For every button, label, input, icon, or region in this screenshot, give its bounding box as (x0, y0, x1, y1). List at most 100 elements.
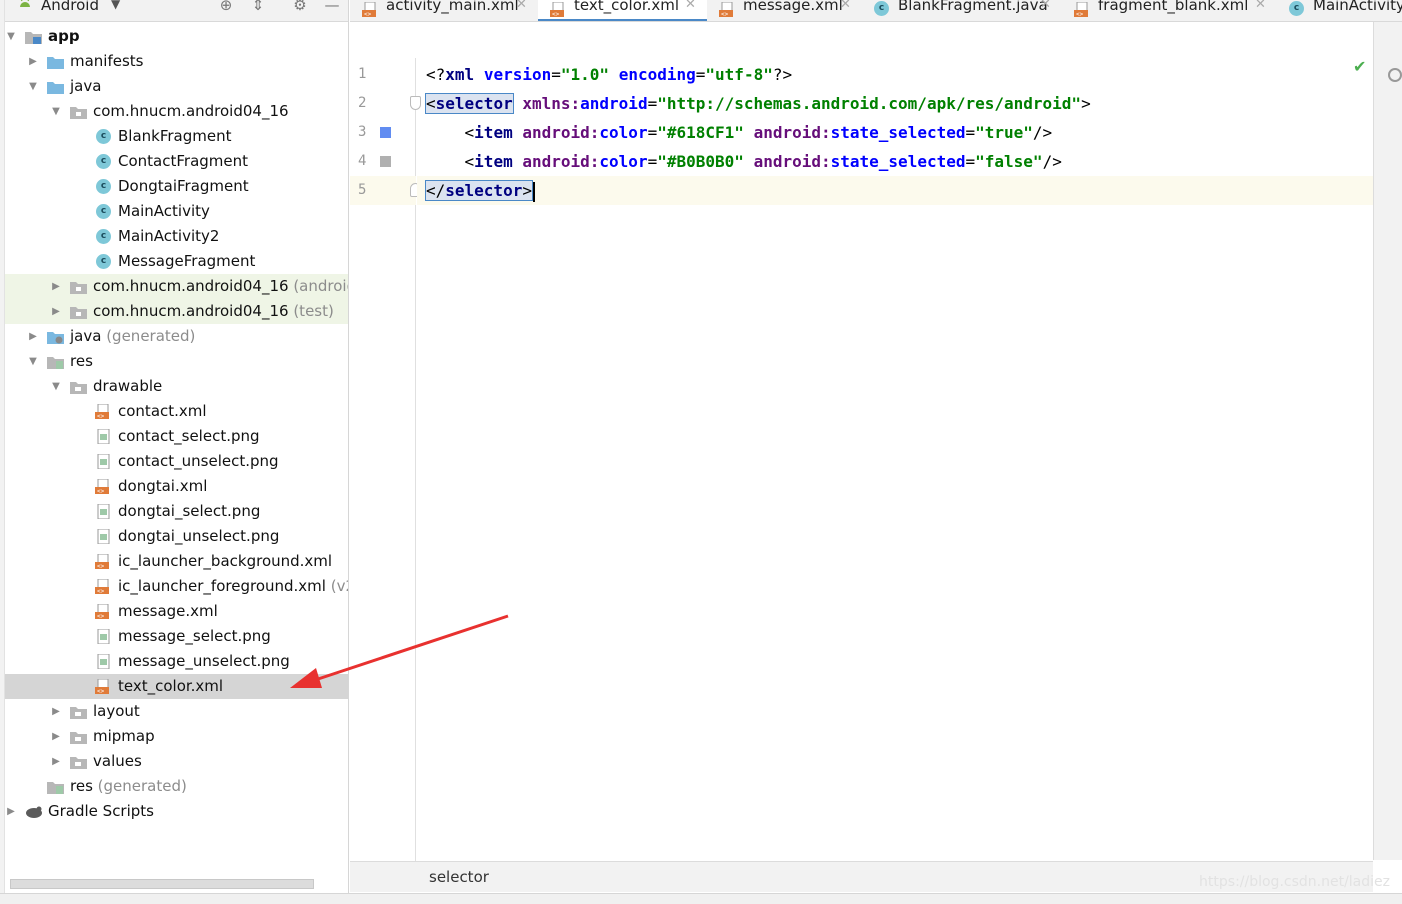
svg-text:<>: <> (97, 488, 105, 494)
tree-item-com-hnucm-android04-16-androidtest[interactable]: ▶ com.hnucm.android04_16 (androidTest) (5, 274, 348, 299)
folder-blue-icon (47, 82, 64, 94)
tree-item-res-generated[interactable]: res (generated) (5, 774, 348, 799)
tree-item-mipmap[interactable]: ▶ mipmap (5, 724, 348, 749)
tree-item-dongtaifragment[interactable]: c DongtaiFragment (5, 174, 348, 199)
tree-item-label: ic_launcher_foreground.xml (v24) (118, 574, 348, 599)
svg-text:<>: <> (364, 11, 372, 17)
tree-item-java-generated[interactable]: ▶ java (generated) (5, 324, 348, 349)
png-icon (97, 629, 110, 644)
code-text: <selector xmlns:android="http://schemas.… (425, 93, 1091, 114)
color-swatch-icon[interactable] (380, 156, 391, 167)
tree-item-message-unselect-png[interactable]: message_unselect.png (5, 649, 348, 674)
tree-item-dongtai-select-png[interactable]: dongtai_select.png (5, 499, 348, 524)
tree-item-text-color-xml[interactable]: <> text_color.xml (5, 674, 348, 699)
tree-item-manifests[interactable]: ▶ manifests (5, 49, 348, 74)
code-line[interactable]: <item android:color="#B0B0B0" android:st… (417, 147, 1373, 176)
tree-item-contact-select-png[interactable]: contact_select.png (5, 424, 348, 449)
tree-item-label: dongtai_select.png (118, 502, 261, 520)
tree-item-messagefragment[interactable]: c MessageFragment (5, 249, 348, 274)
tree-item-mainactivity[interactable]: c MainActivity (5, 199, 348, 224)
package-icon (70, 282, 87, 294)
tab-activity-main-xml[interactable]: <> activity_main.xml ✕ (350, 0, 538, 21)
tab-mainactivity[interactable]: c MainActivity. (1277, 0, 1402, 21)
locate-icon[interactable]: ⊕ (217, 0, 235, 14)
svg-text:<>: <> (1076, 11, 1084, 17)
minimize-icon[interactable]: — (323, 0, 341, 14)
tab-fragment-blank-xml[interactable]: <> fragment_blank.xml ✕ (1062, 0, 1277, 21)
tree-item-dongtai-xml[interactable]: <> dongtai.xml (5, 474, 348, 499)
expand-arrow-icon[interactable]: ▼ (50, 99, 62, 124)
expand-arrow-icon[interactable]: ▼ (27, 74, 39, 99)
tree-item-ic-launcher-foreground-xml-v24[interactable]: <> ic_launcher_foreground.xml (v24) (5, 574, 348, 599)
close-icon[interactable]: ✕ (685, 0, 696, 12)
svg-text:<>: <> (97, 588, 105, 594)
code-line[interactable]: <item android:color="#618CF1" android:st… (417, 118, 1373, 147)
inspection-ok-icon[interactable]: ✔ (1353, 57, 1366, 76)
collapse-arrow-icon[interactable]: ▶ (50, 749, 62, 774)
folder-blue-icon (47, 57, 64, 69)
expand-arrow-icon[interactable]: ▼ (50, 374, 62, 399)
collapse-arrow-icon[interactable]: ▶ (5, 799, 17, 824)
tree-item-contact-unselect-png[interactable]: contact_unselect.png (5, 449, 348, 474)
color-swatch-icon[interactable] (380, 127, 391, 138)
code-line[interactable]: <?xml version="1.0" encoding="utf-8"?> (417, 60, 1373, 89)
code-line[interactable]: </selector> (417, 176, 1373, 205)
tree-item-label: com.hnucm.android04_16 (test) (93, 302, 334, 320)
text-caret (532, 181, 535, 202)
tab-label: MainActivity. (1313, 0, 1402, 14)
xml-icon: <> (95, 679, 109, 694)
tab-message-xml[interactable]: <> message.xml ✕ (707, 0, 862, 21)
tree-item-message-select-png[interactable]: message_select.png (5, 624, 348, 649)
tree-item-gradle-scripts[interactable]: ▶ Gradle Scripts (5, 799, 348, 824)
close-icon[interactable]: ✕ (1040, 0, 1051, 12)
tree-item-label: dongtai_unselect.png (118, 527, 280, 545)
tree-item-ic-launcher-background-xml[interactable]: <> ic_launcher_background.xml (5, 549, 348, 574)
tree-item-contactfragment[interactable]: c ContactFragment (5, 149, 348, 174)
breadcrumb-selector[interactable]: selector (429, 868, 489, 886)
tree-item-values[interactable]: ▶ values (5, 749, 348, 774)
collapse-arrow-icon[interactable]: ▶ (50, 274, 62, 299)
collapse-arrow-icon[interactable]: ▶ (50, 724, 62, 749)
collapse-arrow-icon[interactable]: ▶ (50, 699, 62, 724)
tree-item-label: contact.xml (118, 402, 207, 420)
expand-arrow-icon[interactable]: ▼ (5, 24, 17, 49)
preview-icon[interactable] (1388, 68, 1402, 82)
tab-text-color-xml[interactable]: <> text_color.xml ✕ (538, 0, 707, 21)
class-icon: c (96, 204, 111, 219)
close-icon[interactable]: ✕ (840, 0, 851, 12)
collapse-arrow-icon[interactable]: ▶ (50, 299, 62, 324)
tree-item-contact-xml[interactable]: <> contact.xml (5, 399, 348, 424)
collapse-arrow-icon[interactable]: ▶ (27, 324, 39, 349)
tree-item-drawable[interactable]: ▼ drawable (5, 374, 348, 399)
close-icon[interactable]: ✕ (516, 0, 527, 12)
png-icon (97, 654, 110, 669)
gear-icon[interactable]: ⚙ (291, 0, 309, 14)
tab-blankfragment-java[interactable]: c BlankFragment.java ✕ (862, 0, 1062, 21)
tree-item-app[interactable]: ▼ app (5, 24, 348, 49)
code-line[interactable]: <selector xmlns:android="http://schemas.… (417, 89, 1373, 118)
tree-item-com-hnucm-android04-16[interactable]: ▼ com.hnucm.android04_16 (5, 99, 348, 124)
gutter-line: 3 (350, 118, 416, 147)
chevron-down-icon[interactable]: ▼ (111, 0, 120, 11)
project-view-selector[interactable]: Android (41, 0, 99, 14)
horizontal-scrollbar[interactable] (10, 879, 314, 889)
tree-item-java[interactable]: ▼ java (5, 74, 348, 99)
tree-item-res[interactable]: ▼ res (5, 349, 348, 374)
tree-item-label: contact_select.png (118, 427, 260, 445)
tree-item-label: text_color.xml (118, 677, 224, 695)
line-number: 3 (358, 124, 367, 140)
collapse-arrow-icon[interactable]: ▶ (27, 49, 39, 74)
xml-file-icon: <> (550, 2, 564, 17)
collapse-all-icon[interactable]: ⇕ (249, 0, 267, 14)
code-text: <item android:color="#618CF1" android:st… (464, 123, 1053, 142)
close-icon[interactable]: ✕ (1255, 0, 1266, 12)
tree-item-message-xml[interactable]: <> message.xml (5, 599, 348, 624)
tree-item-blankfragment[interactable]: c BlankFragment (5, 124, 348, 149)
tree-item-layout[interactable]: ▶ layout (5, 699, 348, 724)
tree-item-dongtai-unselect-png[interactable]: dongtai_unselect.png (5, 524, 348, 549)
folder-res-icon (47, 357, 64, 369)
tree-item-mainactivity2[interactable]: c MainActivity2 (5, 224, 348, 249)
line-number: 1 (358, 66, 367, 82)
tree-item-com-hnucm-android04-16-test[interactable]: ▶ com.hnucm.android04_16 (test) (5, 299, 348, 324)
expand-arrow-icon[interactable]: ▼ (27, 349, 39, 374)
